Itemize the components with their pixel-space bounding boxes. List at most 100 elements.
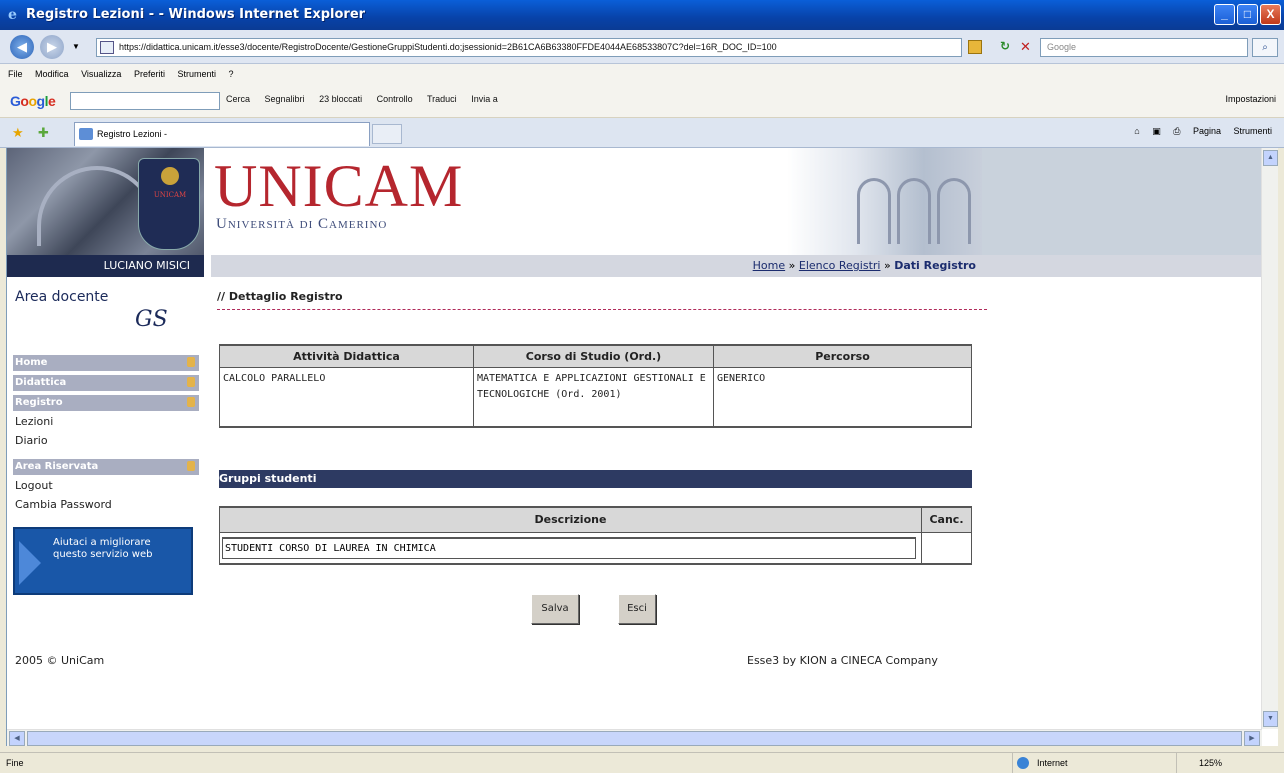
history-dropdown-icon[interactable]: ▼ bbox=[72, 42, 80, 51]
zoom-level[interactable]: 125% bbox=[1176, 753, 1284, 773]
tools-menu-button[interactable]: Strumenti bbox=[1233, 126, 1272, 136]
ie-logo-icon: e bbox=[8, 7, 17, 23]
scroll-left-icon[interactable]: ◀ bbox=[9, 731, 25, 746]
scroll-thumb[interactable] bbox=[27, 731, 1242, 746]
menu-strumenti[interactable]: Strumenti bbox=[177, 69, 216, 79]
user-name: LUCIANO MISICI bbox=[7, 255, 204, 277]
scroll-down-icon[interactable]: ▼ bbox=[1263, 711, 1278, 727]
spellcheck-button[interactable]: Controllo bbox=[377, 94, 413, 104]
security-zone: Internet bbox=[1012, 753, 1172, 773]
sidebar-item-label: Home bbox=[15, 357, 48, 368]
signature-icon: GS bbox=[135, 307, 168, 332]
sidebar-link-diario[interactable]: Diario bbox=[15, 434, 48, 447]
page-viewport: UNICAM UNICAM Università di Camerino LUC… bbox=[6, 148, 1278, 746]
column-header: Canc. bbox=[921, 506, 972, 533]
breadcrumb-current: Dati Registro bbox=[894, 259, 976, 272]
close-button[interactable]: X bbox=[1260, 4, 1281, 25]
google-search-input[interactable] bbox=[70, 92, 220, 110]
print-icon[interactable]: ⎙ bbox=[1173, 126, 1180, 136]
arch-decoration bbox=[857, 178, 891, 244]
horizontal-scrollbar[interactable]: ◀ ▶ bbox=[7, 729, 1262, 746]
breadcrumb-home-link[interactable]: Home bbox=[753, 259, 785, 272]
search-icon[interactable]: ⌕ bbox=[1252, 38, 1278, 57]
breadcrumb-separator: » bbox=[788, 259, 796, 272]
sidebar-item-home[interactable]: Home bbox=[13, 355, 199, 371]
save-button[interactable]: Salva bbox=[531, 594, 579, 624]
scroll-up-icon[interactable]: ▲ bbox=[1263, 150, 1278, 166]
column-header: Corso di Studio (Ord.) bbox=[473, 344, 714, 368]
maximize-button[interactable]: □ bbox=[1237, 4, 1258, 25]
sidebar-title: Area docente bbox=[15, 289, 109, 305]
help-banner[interactable]: Aiutaci a migliorare questo servizio web bbox=[13, 527, 193, 595]
sidebar-link-lezioni[interactable]: Lezioni bbox=[15, 415, 53, 428]
help-banner-text: Aiutaci a migliorare questo servizio web bbox=[53, 537, 153, 560]
menu-file[interactable]: File bbox=[8, 69, 23, 79]
section-title: // Dettaglio Registro bbox=[217, 290, 987, 310]
tabs-bar: ★ ✚ Registro Lezioni - ⌂ ▣ ⎙ Pagina Stru… bbox=[0, 118, 1284, 148]
sidebar-item-registro[interactable]: Registro bbox=[13, 395, 199, 411]
sidebar-link-logout[interactable]: Logout bbox=[15, 479, 53, 492]
translate-button[interactable]: Traduci bbox=[427, 94, 457, 104]
cell-percorso: GENERICO bbox=[713, 367, 972, 428]
descrizione-input[interactable] bbox=[222, 536, 916, 559]
folder-icon bbox=[187, 377, 195, 387]
cell-descrizione bbox=[219, 532, 922, 565]
exit-button[interactable]: Esci bbox=[618, 594, 656, 624]
send-to-button[interactable]: Invia a bbox=[471, 94, 498, 104]
stop-icon[interactable]: ✕ bbox=[1020, 39, 1037, 55]
menu-visualizza[interactable]: Visualizza bbox=[81, 69, 121, 79]
footer-credits: Esse3 by KION a CINECA Company bbox=[747, 654, 938, 667]
scroll-right-icon[interactable]: ▶ bbox=[1244, 731, 1260, 746]
favorites-star-icon[interactable]: ★ bbox=[12, 125, 24, 141]
google-cerca-button[interactable]: Cerca bbox=[226, 94, 250, 104]
sidebar-item-label: Area Riservata bbox=[15, 461, 99, 472]
gruppi-table: Descrizione Canc. bbox=[219, 506, 972, 565]
globe-icon bbox=[1017, 757, 1029, 769]
forward-arrow-icon[interactable]: ▶ bbox=[40, 35, 64, 59]
page-menu-button[interactable]: Pagina bbox=[1193, 126, 1221, 136]
vertical-scrollbar[interactable]: ▲ ▼ bbox=[1261, 148, 1278, 729]
window-title: Registro Lezioni - - Windows Internet Ex… bbox=[26, 7, 366, 22]
home-icon[interactable]: ⌂ bbox=[1134, 126, 1139, 136]
back-arrow-icon[interactable]: ◀ bbox=[10, 35, 34, 59]
breadcrumb-separator: » bbox=[883, 259, 891, 272]
menu-modifica[interactable]: Modifica bbox=[35, 69, 69, 79]
sidebar-item-area-riservata[interactable]: Area Riservata bbox=[13, 459, 199, 475]
sidebar-item-didattica[interactable]: Didattica bbox=[13, 375, 199, 391]
play-arrow-icon bbox=[19, 541, 41, 585]
google-settings-button[interactable]: Impostazioni bbox=[1225, 94, 1276, 104]
gruppi-section-header: Gruppi studenti bbox=[219, 470, 972, 488]
new-tab-button[interactable] bbox=[372, 124, 402, 144]
status-bar: Fine Internet 125% bbox=[0, 752, 1284, 773]
status-text: Fine bbox=[6, 758, 24, 768]
refresh-icon[interactable]: ↻ bbox=[1000, 39, 1017, 55]
bookmarks-button[interactable]: Segnalibri bbox=[265, 94, 305, 104]
footer-copyright: 2005 © UniCam bbox=[15, 654, 105, 667]
breadcrumb-elenco-link[interactable]: Elenco Registri bbox=[799, 259, 881, 272]
cell-corso: MATEMATICA E APPLICAZIONI GESTIONALI E T… bbox=[473, 367, 714, 428]
banner-fill bbox=[982, 148, 1262, 255]
search-input[interactable]: Google bbox=[1040, 38, 1248, 57]
tab-registro-lezioni[interactable]: Registro Lezioni - bbox=[74, 122, 370, 146]
url-input[interactable]: https://didattica.unicam.it/esse3/docent… bbox=[96, 38, 962, 57]
popup-blocked-button[interactable]: 23 bloccati bbox=[319, 94, 362, 104]
menu-bar: File Modifica Visualizza Preferiti Strum… bbox=[0, 64, 1284, 84]
page-icon bbox=[100, 41, 114, 54]
add-favorite-icon[interactable]: ✚ bbox=[38, 125, 49, 141]
lock-icon[interactable] bbox=[968, 40, 982, 54]
minimize-button[interactable]: _ bbox=[1214, 4, 1235, 25]
sidebar-link-cambia-password[interactable]: Cambia Password bbox=[15, 498, 112, 511]
cell-canc[interactable] bbox=[921, 532, 972, 565]
url-text: https://didattica.unicam.it/esse3/docent… bbox=[119, 42, 777, 52]
feeds-icon[interactable]: ▣ bbox=[1152, 126, 1161, 136]
menu-help[interactable]: ? bbox=[229, 69, 234, 79]
table-row bbox=[219, 532, 972, 565]
zone-label: Internet bbox=[1037, 758, 1068, 768]
window-titlebar: e Registro Lezioni - - Windows Internet … bbox=[0, 0, 1284, 30]
tab-label: Registro Lezioni - bbox=[97, 129, 168, 139]
university-name: Università di Camerino bbox=[216, 216, 388, 232]
column-header: Attività Didattica bbox=[219, 344, 474, 368]
menu-preferiti[interactable]: Preferiti bbox=[134, 69, 165, 79]
folder-icon bbox=[187, 461, 195, 471]
university-crest: UNICAM bbox=[138, 158, 200, 250]
